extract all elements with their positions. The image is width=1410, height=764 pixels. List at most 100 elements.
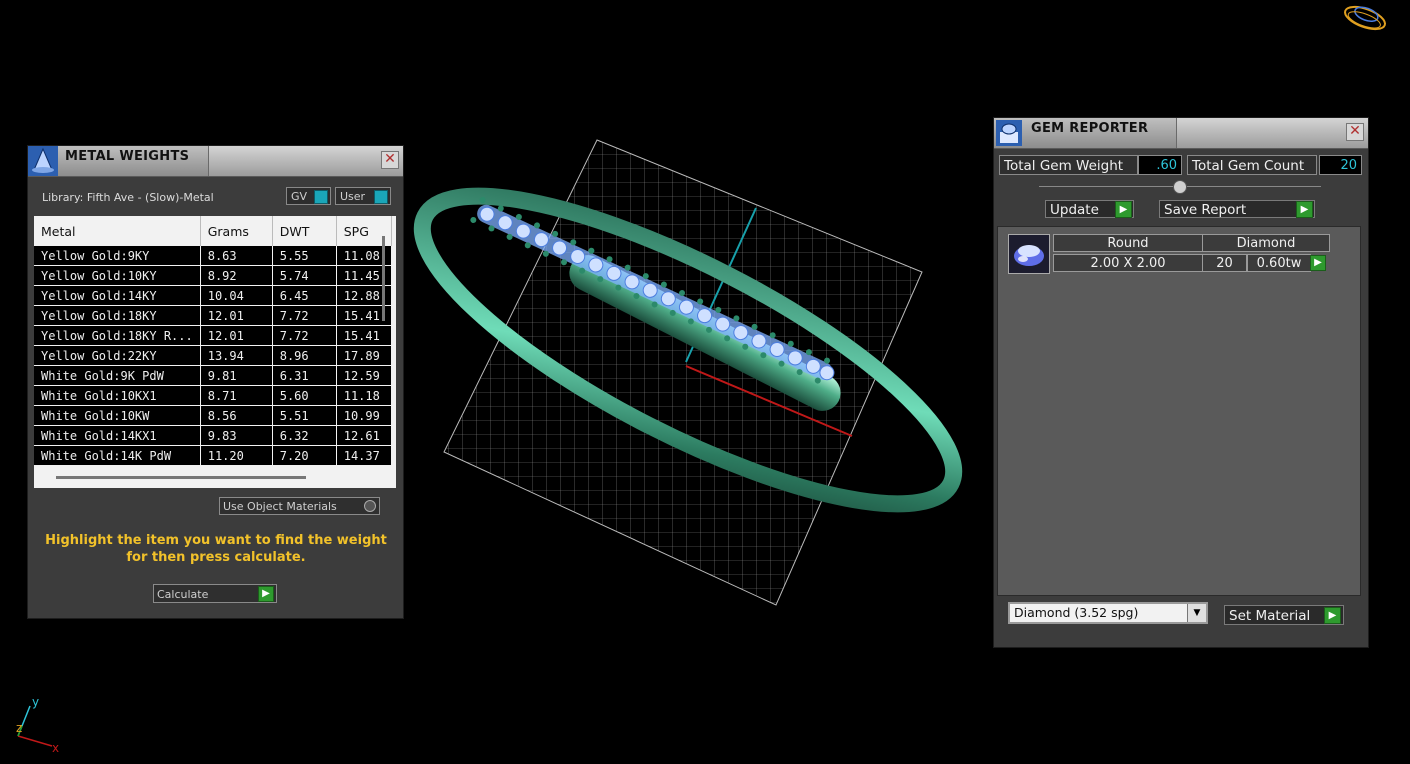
cell-dwt: 5.74 [272, 265, 337, 286]
gem-reporter-close-button[interactable]: ✕ [1346, 123, 1364, 141]
cell-grams: 8.63 [200, 246, 273, 266]
table-row[interactable]: Yellow Gold:18KY R... 12.01 7.72 15.41 [34, 325, 392, 346]
total-gem-count-value: 20 [1319, 155, 1362, 175]
user-toggle[interactable]: User [335, 187, 391, 205]
calculate-hint: Highlight the item you want to find the … [45, 533, 387, 565]
gem-list: Round Diamond 2.00 X 2.00 20 0.60tw ▶ [997, 226, 1361, 596]
column-header-metal[interactable]: Metal [34, 216, 201, 246]
user-toggle-switch[interactable] [374, 190, 388, 204]
update-label: Update [1050, 202, 1099, 218]
table-row[interactable]: Yellow Gold:22KY 13.94 8.96 17.89 [34, 345, 392, 366]
save-report-button[interactable]: Save Report ▶ [1159, 200, 1315, 218]
material-select[interactable]: Diamond (3.52 spg) ▼ [1008, 602, 1208, 624]
table-row[interactable]: Yellow Gold:9KY 8.63 5.55 11.08 [34, 246, 392, 266]
gem-row-play-icon[interactable]: ▶ [1310, 255, 1326, 271]
axis-label-y: y [32, 695, 39, 709]
table-horizontal-scrollbar[interactable] [56, 476, 306, 479]
calculate-label: Calculate [157, 588, 209, 601]
table-row[interactable]: Yellow Gold:18KY 12.01 7.72 15.41 [34, 305, 392, 326]
cell-dwt: 6.31 [272, 365, 337, 386]
cell-spg: 17.89 [336, 345, 392, 366]
gem-thumbnail[interactable] [1008, 234, 1050, 274]
chevron-down-icon[interactable]: ▼ [1187, 604, 1206, 622]
save-report-play-icon[interactable]: ▶ [1296, 201, 1313, 218]
cell-dwt: 7.72 [272, 305, 337, 326]
cell-spg: 12.61 [336, 425, 392, 446]
cell-dwt: 5.60 [272, 385, 337, 406]
table-row[interactable]: White Gold:10KX1 8.71 5.60 11.18 [34, 385, 392, 406]
gem-shape: Round [1053, 234, 1203, 252]
cell-dwt: 6.32 [272, 425, 337, 446]
cell-spg: 10.99 [336, 405, 392, 426]
metal-weights-panel: METAL WEIGHTS ✕ Library: Fifth Ave - (Sl… [27, 145, 404, 619]
table-row[interactable]: White Gold:14KX1 9.83 6.32 12.61 [34, 425, 392, 446]
cell-metal: Yellow Gold:10KY [34, 265, 201, 286]
report-slider-handle[interactable] [1173, 180, 1187, 194]
use-object-materials-option[interactable]: Use Object Materials [219, 497, 380, 515]
table-row[interactable]: Yellow Gold:10KY 8.92 5.74 11.45 [34, 265, 392, 286]
total-gem-weight-value: .60 [1138, 155, 1182, 175]
cell-metal: White Gold:10KW [34, 405, 201, 426]
column-header-grams[interactable]: Grams [200, 216, 273, 246]
cell-grams: 9.83 [200, 425, 273, 446]
use-object-materials-label: Use Object Materials [223, 500, 337, 513]
cell-dwt: 5.51 [272, 405, 337, 426]
table-vertical-scrollbar[interactable] [382, 236, 385, 321]
cell-dwt: 7.72 [272, 325, 337, 346]
cell-spg: 14.37 [336, 445, 392, 466]
cell-grams: 9.81 [200, 365, 273, 386]
cell-grams: 12.01 [200, 325, 273, 346]
save-report-label: Save Report [1164, 202, 1247, 218]
gem-weight: 0.60tw [1247, 254, 1311, 272]
update-button[interactable]: Update ▶ [1045, 200, 1134, 218]
construction-grid [443, 139, 923, 606]
metal-scale-icon [28, 146, 58, 176]
metal-weights-table: Metal Grams DWT SPG Yellow Gold:9KY 8.63 5… [34, 216, 392, 466]
table-row[interactable]: White Gold:9K PdW 9.81 6.31 12.59 [34, 365, 392, 386]
axis-gizmo-icon [17, 705, 53, 747]
calculate-play-icon[interactable]: ▶ [258, 586, 274, 602]
gem-report-icon [996, 120, 1022, 146]
cell-dwt: 7.20 [272, 445, 337, 466]
gem-reporter-panel: GEM REPORTER ✕ Total Gem Weight .60 Tota… [993, 117, 1369, 648]
round-diamond-icon [1014, 245, 1044, 266]
gv-toggle-label: GV [291, 190, 308, 203]
cell-metal: Yellow Gold:18KY [34, 305, 201, 326]
cell-spg: 11.18 [336, 385, 392, 406]
cell-spg: 15.41 [336, 325, 392, 346]
cell-grams: 8.56 [200, 405, 273, 426]
gv-toggle[interactable]: GV [286, 187, 331, 205]
cell-grams: 10.04 [200, 285, 273, 306]
cell-grams: 11.20 [200, 445, 273, 466]
cell-metal: White Gold:9K PdW [34, 365, 201, 386]
cell-metal: Yellow Gold:18KY R... [34, 325, 201, 346]
metal-weights-close-button[interactable]: ✕ [381, 151, 399, 169]
table-row[interactable]: White Gold:10KW 8.56 5.51 10.99 [34, 405, 392, 426]
cell-spg: 12.59 [336, 365, 392, 386]
total-gem-count-label: Total Gem Count [1187, 155, 1317, 175]
cell-metal: Yellow Gold:9KY [34, 246, 201, 266]
update-play-icon[interactable]: ▶ [1115, 201, 1132, 218]
gem-material: Diamond [1202, 234, 1330, 252]
user-toggle-label: User [340, 190, 366, 203]
cell-metal: White Gold:14KX1 [34, 425, 201, 446]
gem-count: 20 [1202, 254, 1247, 272]
axis-label-x: x [52, 741, 59, 755]
set-material-button[interactable]: Set Material ▶ [1224, 605, 1344, 625]
cell-grams: 12.01 [200, 305, 273, 326]
cell-grams: 8.92 [200, 265, 273, 286]
gem-reporter-title: GEM REPORTER [1031, 121, 1149, 136]
column-header-dwt[interactable]: DWT [272, 216, 337, 246]
cell-metal: White Gold:10KX1 [34, 385, 201, 406]
view-cube-icon[interactable] [1342, 1, 1388, 33]
set-material-play-icon[interactable]: ▶ [1324, 607, 1341, 624]
gem-size: 2.00 X 2.00 [1053, 254, 1203, 272]
table-row[interactable]: White Gold:14K PdW 11.20 7.20 14.37 [34, 445, 392, 466]
axis-label-z: z [16, 721, 22, 735]
use-object-materials-radio[interactable] [364, 500, 376, 512]
calculate-button[interactable]: Calculate ▶ [153, 584, 277, 603]
gv-toggle-switch[interactable] [314, 190, 328, 204]
cell-grams: 8.71 [200, 385, 273, 406]
metal-weights-title: METAL WEIGHTS [65, 149, 190, 164]
table-row[interactable]: Yellow Gold:14KY 10.04 6.45 12.88 [34, 285, 392, 306]
